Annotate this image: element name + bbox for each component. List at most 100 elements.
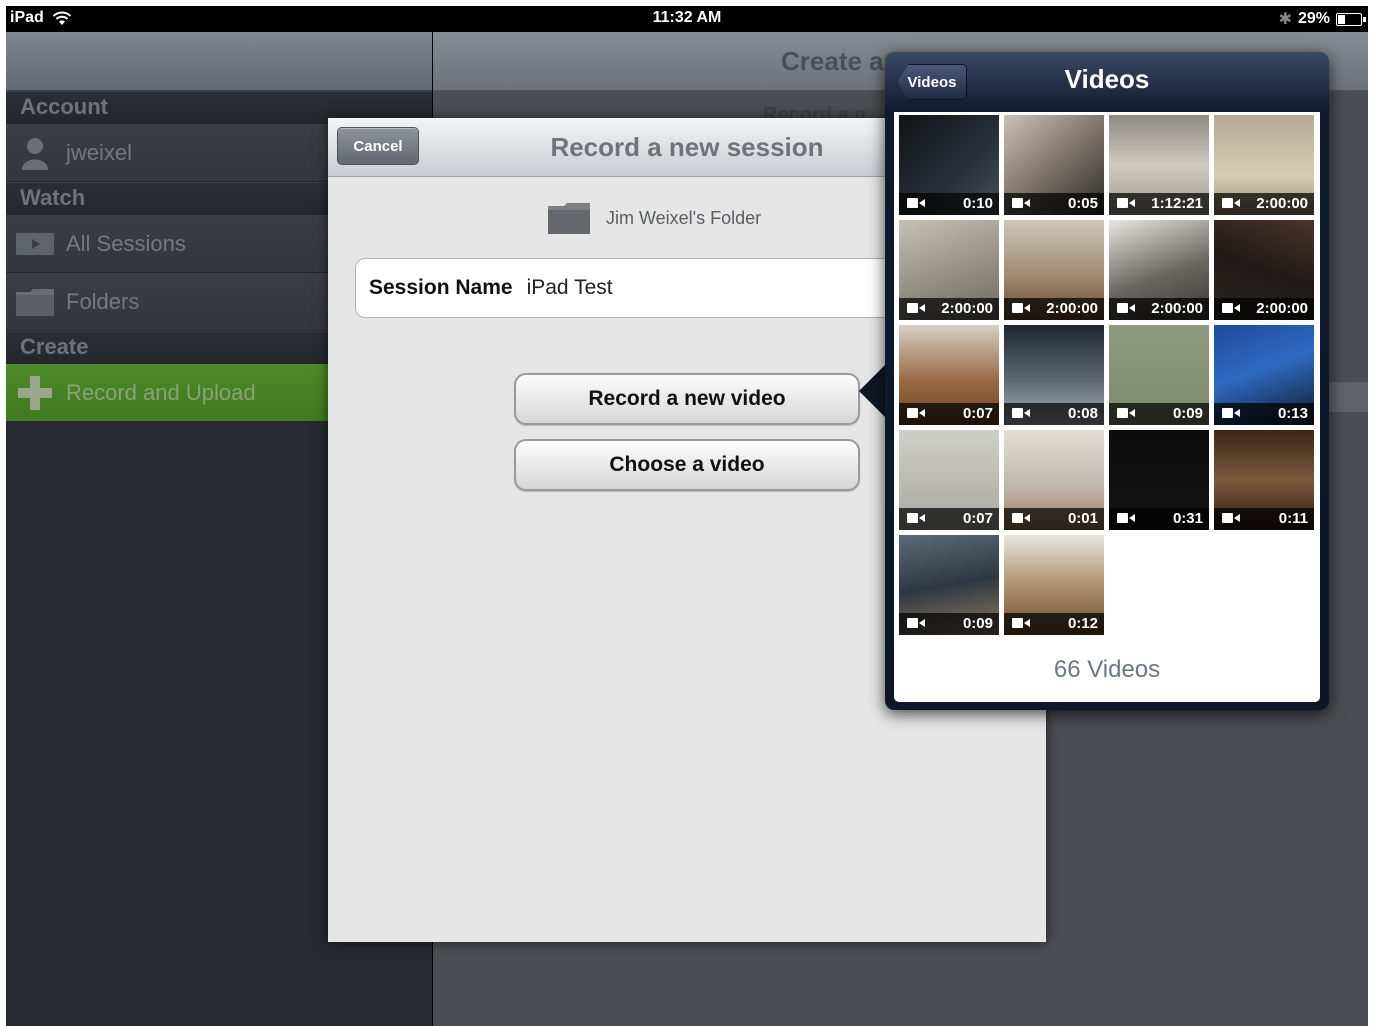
thumbnail-info-bar: 0:07: [899, 403, 999, 425]
thumbnail-info-bar: 2:00:00: [1004, 298, 1104, 320]
video-duration: 0:08: [1067, 405, 1098, 422]
status-bar: iPad 11:32 AM ✱ 29%: [6, 6, 1368, 32]
video-camera-icon: [1222, 513, 1240, 523]
video-duration: 2:00:00: [941, 300, 993, 317]
video-thumbnail[interactable]: 2:00:00: [899, 220, 999, 320]
folder-name: Jim Weixel's Folder: [606, 207, 762, 228]
video-duration: 2:00:00: [1151, 300, 1203, 317]
video-thumbnail[interactable]: 0:11: [1214, 430, 1314, 530]
video-duration: 0:09: [962, 615, 993, 632]
video-duration: 0:05: [1067, 195, 1098, 212]
video-grid: 0:10 0:05 1:12:21 2:00:00 2:00:00 2:00:00 2:00…: [899, 115, 1314, 635]
video-thumbnail[interactable]: 1:12:21: [1109, 115, 1209, 215]
video-duration: 2:00:00: [1046, 300, 1098, 317]
video-thumbnail[interactable]: 2:00:00: [1214, 115, 1314, 215]
video-duration: 0:13: [1277, 405, 1308, 422]
folder-icon: [16, 283, 54, 321]
thumbnail-info-bar: 0:31: [1109, 508, 1209, 530]
video-thumbnail[interactable]: 0:12: [1004, 535, 1104, 635]
video-camera-icon: [907, 198, 925, 208]
video-duration: 0:01: [1067, 510, 1098, 527]
bluetooth-icon: ✱: [1278, 11, 1292, 28]
video-camera-icon: [907, 618, 925, 628]
video-camera-icon: [1012, 303, 1030, 313]
sidebar-item-label: Folders: [66, 288, 140, 314]
video-camera-icon: [1222, 303, 1240, 313]
video-duration: 0:31: [1172, 510, 1203, 527]
video-count: 66 Videos: [1053, 656, 1161, 683]
thumbnail-info-bar: 0:08: [1004, 403, 1104, 425]
video-camera-icon: [1117, 303, 1135, 313]
choose-video-button[interactable]: Choose a video: [514, 439, 860, 491]
popover-arrow: [859, 363, 887, 419]
sidebar-item-label: Record and Upload: [66, 379, 256, 405]
sidebar-item-label: jweixel: [66, 139, 133, 165]
video-thumbnail[interactable]: 0:31: [1109, 430, 1209, 530]
video-duration: 0:07: [962, 405, 993, 422]
video-camera-icon: [907, 408, 925, 418]
thumbnail-info-bar: 0:09: [1109, 403, 1209, 425]
video-camera-icon: [1012, 618, 1030, 628]
session-name-input[interactable]: iPad Test: [527, 276, 613, 300]
video-thumbnail[interactable]: 0:09: [1109, 325, 1209, 425]
video-thumbnail[interactable]: 0:08: [1004, 325, 1104, 425]
video-duration: 0:10: [962, 195, 993, 212]
video-thumbnail[interactable]: 2:00:00: [1214, 220, 1314, 320]
video-camera-icon: [1222, 198, 1240, 208]
video-duration: 0:07: [962, 510, 993, 527]
record-new-video-button[interactable]: Record a new video: [514, 373, 860, 425]
video-thumbnail[interactable]: 2:00:00: [1109, 220, 1209, 320]
thumbnail-info-bar: 0:09: [899, 613, 999, 635]
sidebar-item-label: All Sessions: [66, 230, 186, 256]
thumbnail-info-bar: 2:00:00: [1214, 193, 1314, 215]
sidebar-navbar: [6, 32, 432, 91]
video-thumbnail[interactable]: 0:07: [899, 325, 999, 425]
video-camera-icon: [1117, 513, 1135, 523]
video-camera-icon: [1012, 408, 1030, 418]
video-duration: 0:09: [1172, 405, 1203, 422]
video-duration: 0:11: [1278, 510, 1308, 527]
battery-percent: 29%: [1297, 10, 1330, 27]
video-camera-icon: [1117, 198, 1135, 208]
video-duration: 1:12:21: [1151, 195, 1203, 212]
video-camera-icon: [907, 513, 925, 523]
plus-icon: [16, 374, 54, 412]
video-thumbnail[interactable]: 0:13: [1214, 325, 1314, 425]
video-thumbnail[interactable]: 0:05: [1004, 115, 1104, 215]
video-thumbnail[interactable]: 2:00:00: [1004, 220, 1104, 320]
video-thumbnail[interactable]: 0:10: [899, 115, 999, 215]
thumbnail-info-bar: 0:01: [1004, 508, 1104, 530]
thumbnail-info-bar: 2:00:00: [899, 298, 999, 320]
video-icon: [16, 225, 54, 263]
user-icon: [16, 134, 54, 172]
video-duration: 2:00:00: [1256, 195, 1308, 212]
ipad-screen: iPad 11:32 AM ✱ 29% Account jweixel Watc…: [6, 6, 1368, 1026]
thumbnail-info-bar: 0:12: [1004, 613, 1104, 635]
video-thumbnail[interactable]: 0:01: [1004, 430, 1104, 530]
video-camera-icon: [1012, 198, 1030, 208]
thumbnail-info-bar: 1:12:21: [1109, 193, 1209, 215]
video-camera-icon: [907, 303, 925, 313]
video-thumbnail[interactable]: 0:09: [899, 535, 999, 635]
battery-icon: [1336, 12, 1366, 26]
video-duration: 2:00:00: [1256, 300, 1308, 317]
video-duration: 0:12: [1067, 615, 1098, 632]
thumbnail-info-bar: 2:00:00: [1109, 298, 1209, 320]
detail-title: Create a: [781, 46, 884, 76]
video-thumbnail[interactable]: 0:07: [899, 430, 999, 530]
session-name-label: Session Name: [369, 276, 513, 299]
thumbnail-info-bar: 0:07: [899, 508, 999, 530]
folder-icon: [548, 203, 590, 234]
thumbnail-info-bar: 0:13: [1214, 403, 1314, 425]
folder-indicator[interactable]: Jim Weixel's Folder: [548, 202, 761, 234]
thumbnail-info-bar: 2:00:00: [1214, 298, 1314, 320]
thumbnail-info-bar: 0:05: [1004, 193, 1104, 215]
popover-title: Videos: [1064, 64, 1150, 94]
video-camera-icon: [1117, 408, 1135, 418]
clock: 11:32 AM: [652, 9, 722, 26]
video-picker: 0:10 0:05 1:12:21 2:00:00 2:00:00 2:00:00 2:00…: [894, 112, 1320, 702]
video-camera-icon: [1012, 513, 1030, 523]
thumbnail-info-bar: 0:10: [899, 193, 999, 215]
videos-popover: Videos Videos 0:10 0:05 1:12:21 2:00:00 2:00…: [885, 52, 1329, 710]
thumbnail-info-bar: 0:11: [1214, 508, 1314, 530]
